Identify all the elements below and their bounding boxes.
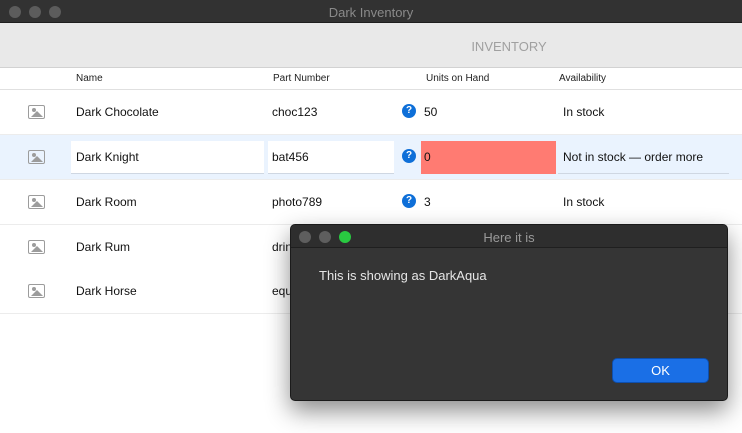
column-header-units[interactable]: Units on Hand xyxy=(426,73,489,84)
help-icon[interactable]: ? xyxy=(402,194,416,208)
table-row[interactable]: Dark Room photo789 ? 3 In stock xyxy=(0,180,742,225)
units-on-hand: 3 xyxy=(424,195,431,209)
image-icon xyxy=(28,195,45,209)
window-titlebar: Dark Inventory xyxy=(0,0,742,23)
item-name: Dark Horse xyxy=(76,284,137,298)
part-number: choc123 xyxy=(272,105,318,119)
dialog-title: Here it is xyxy=(483,230,535,245)
ok-button[interactable]: OK xyxy=(612,358,709,383)
availability: In stock xyxy=(563,195,605,209)
units-on-hand: 50 xyxy=(424,105,438,119)
item-name: Dark Chocolate xyxy=(76,105,159,119)
help-icon[interactable]: ? xyxy=(402,149,416,163)
dialog-message: This is showing as DarkAqua xyxy=(319,268,487,283)
column-header-name[interactable]: Name xyxy=(76,73,103,84)
alert-dialog: Here it is This is showing as DarkAqua O… xyxy=(290,224,728,401)
item-name: Dark Knight xyxy=(76,150,139,164)
part-number: bat456 xyxy=(272,150,309,164)
column-header-part-number[interactable]: Part Number xyxy=(273,73,330,84)
table-row-selected[interactable]: Dark Knight bat456 ? 0 Not in stock — or… xyxy=(0,135,742,180)
part-number: photo789 xyxy=(272,195,323,209)
item-name: Dark Rum xyxy=(76,240,131,254)
image-icon xyxy=(28,240,45,254)
image-icon xyxy=(28,150,45,164)
availability: In stock xyxy=(563,105,605,119)
toolbar: INVENTORY xyxy=(0,23,742,68)
part-number: drin xyxy=(272,240,293,254)
availability: Not in stock — order more xyxy=(563,150,704,164)
units-on-hand: 0 xyxy=(424,150,431,164)
units-on-hand-field[interactable] xyxy=(421,141,556,174)
help-icon[interactable]: ? xyxy=(402,104,416,118)
section-title: INVENTORY xyxy=(471,39,547,54)
dialog-titlebar: Here it is xyxy=(291,225,727,248)
column-header-availability[interactable]: Availability xyxy=(559,73,606,84)
table-header: Name Part Number Units on Hand Availabil… xyxy=(0,68,742,90)
window-title: Dark Inventory xyxy=(328,5,414,20)
table-row[interactable]: Dark Chocolate choc123 ? 50 In stock xyxy=(0,90,742,135)
image-icon xyxy=(28,105,45,119)
item-name: Dark Room xyxy=(76,195,137,209)
image-icon xyxy=(28,284,45,298)
